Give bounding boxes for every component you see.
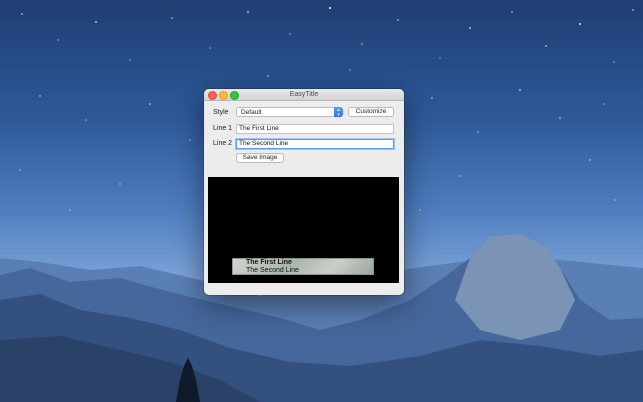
line1-field[interactable]: The First Line (236, 124, 394, 134)
line1-label: Line 1 (213, 125, 233, 132)
style-popup[interactable]: Default ▲ ▼ (236, 107, 343, 117)
title-bar[interactable]: EasyTitle (204, 89, 404, 101)
customize-button[interactable]: Customize (348, 107, 394, 117)
caption-line1: The First Line (246, 259, 292, 266)
style-label: Style (213, 109, 229, 116)
caption-box: The First Line The Second Line (232, 258, 374, 275)
line2-field[interactable]: The Second Line (236, 139, 394, 149)
easytitle-window: EasyTitle Style Default ▲ ▼ Customize Lin… (204, 89, 404, 295)
chevron-up-down-icon: ▲ ▼ (334, 107, 343, 117)
caption-line2: The Second Line (246, 267, 299, 274)
title-preview: The First Line The Second Line (208, 177, 399, 283)
line2-label: Line 2 (213, 140, 233, 147)
style-popup-value: Default (241, 109, 262, 116)
save-image-button[interactable]: Save Image (236, 153, 284, 163)
window-title: EasyTitle (289, 91, 319, 98)
